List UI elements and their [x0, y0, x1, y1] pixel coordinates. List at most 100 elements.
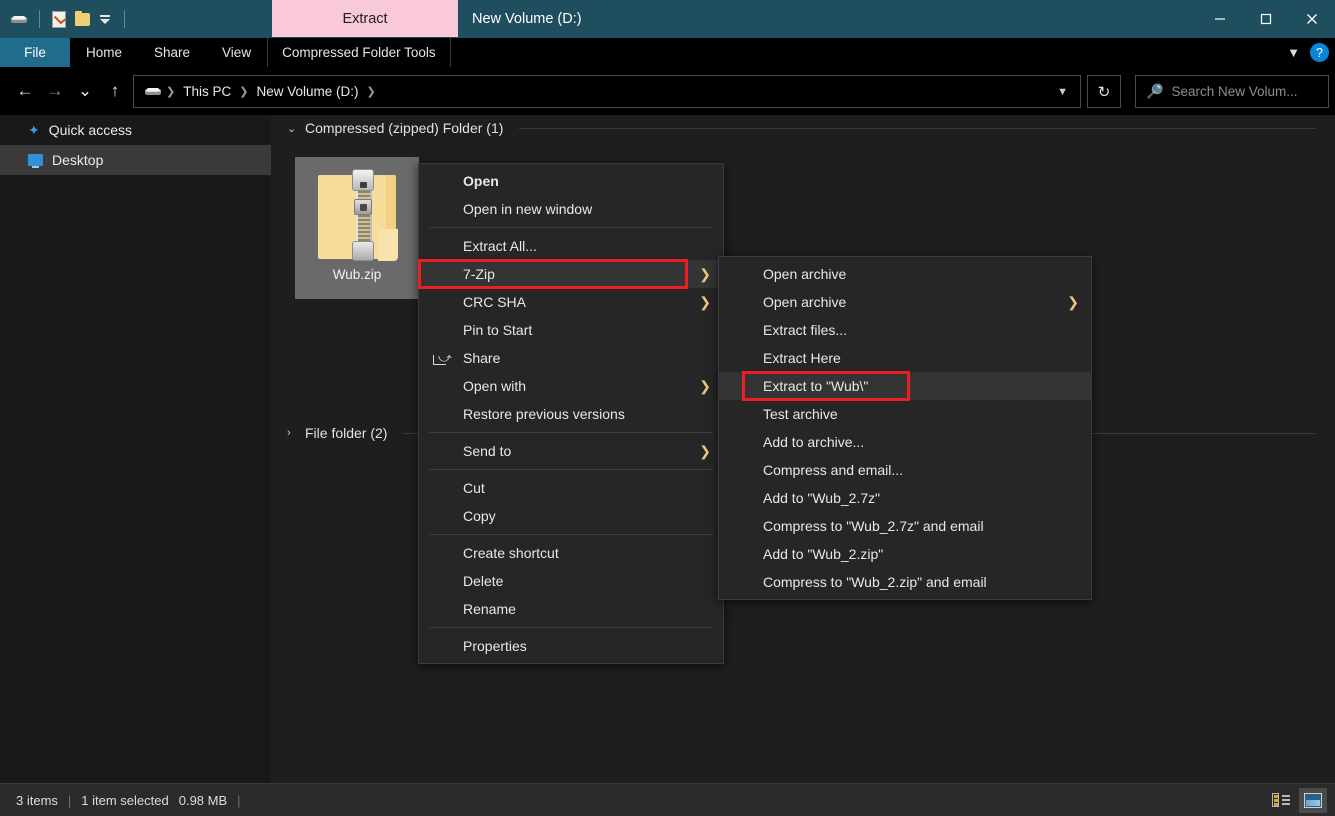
- drive-icon[interactable]: [10, 9, 30, 29]
- menu-item-7-zip[interactable]: 7-Zip ❯: [419, 260, 723, 288]
- menu-item-label: Open in new window: [463, 201, 593, 217]
- properties-icon[interactable]: [49, 9, 69, 29]
- maximize-button[interactable]: [1243, 0, 1289, 38]
- new-folder-icon[interactable]: [72, 9, 92, 29]
- close-button[interactable]: [1289, 0, 1335, 38]
- breadcrumb-new-volume[interactable]: New Volume (D:): [250, 78, 364, 105]
- menu-item-restore-previous-versions[interactable]: Restore previous versions: [419, 400, 723, 428]
- menu-item-label: Compress and email...: [763, 462, 904, 478]
- menu-item-share[interactable]: ⤻ Share: [419, 344, 723, 372]
- chevron-down-icon[interactable]: ▼: [1287, 46, 1300, 59]
- menu-item-create-shortcut[interactable]: Create shortcut: [419, 539, 723, 567]
- up-arrow-icon: ↑: [110, 81, 120, 100]
- sidebar-item-label: Quick access: [48, 122, 132, 138]
- tab-compressed-folder-tools[interactable]: Compressed Folder Tools: [267, 38, 451, 67]
- group-header-label: Compressed (zipped) Folder (1): [305, 120, 504, 136]
- submenu-item-extract-files[interactable]: Extract files...: [719, 316, 1091, 344]
- menu-item-label: Extract All...: [463, 238, 537, 254]
- menu-item-rename[interactable]: Rename: [419, 595, 723, 623]
- menu-item-cut[interactable]: Cut: [419, 474, 723, 502]
- minimize-button[interactable]: [1197, 0, 1243, 38]
- menu-item-label: Test archive: [763, 406, 838, 422]
- navigation-pane: ✦ Quick access Desktop: [0, 115, 271, 783]
- submenu-item-extract-to-wub[interactable]: Extract to "Wub\": [719, 372, 1091, 400]
- ribbon-right-controls: ▼ ?: [1287, 38, 1329, 67]
- chevron-right-icon: ❯: [699, 443, 711, 459]
- tab-file-label: File: [24, 45, 46, 60]
- status-selection: 1 item selected: [81, 792, 169, 808]
- tab-share[interactable]: Share: [138, 38, 206, 67]
- menu-item-copy[interactable]: Copy: [419, 502, 723, 530]
- context-menu[interactable]: Open Open in new window Extract All... 7…: [418, 163, 724, 664]
- file-tile-wub-zip[interactable]: Wub.zip: [295, 157, 419, 299]
- menu-item-open-in-new-window[interactable]: Open in new window: [419, 195, 723, 223]
- sidebar-item-desktop[interactable]: Desktop: [0, 145, 271, 175]
- menu-item-label: Rename: [463, 601, 516, 617]
- toolbar-divider-2: [124, 10, 125, 28]
- up-button[interactable]: ↑: [100, 74, 130, 108]
- submenu-item-compress-to-zip-and-email[interactable]: Compress to "Wub_2.zip" and email: [719, 568, 1091, 596]
- submenu-item-open-archive[interactable]: Open archive: [719, 260, 1091, 288]
- details-view-icon: [1272, 793, 1290, 807]
- submenu-item-compress-to-7z-and-email[interactable]: Compress to "Wub_2.7z" and email: [719, 512, 1091, 540]
- customize-dropdown-icon[interactable]: [95, 9, 115, 29]
- breadcrumb-separator: ❯: [239, 86, 249, 98]
- forward-button[interactable]: →: [40, 74, 70, 108]
- menu-item-delete[interactable]: Delete: [419, 567, 723, 595]
- zip-folder-icon: [316, 169, 398, 261]
- submenu-item-open-archive-with[interactable]: Open archive ❯: [719, 288, 1091, 316]
- share-icon: ⤻: [433, 351, 452, 365]
- refresh-button[interactable]: ↻: [1087, 75, 1121, 108]
- address-dropdown-icon[interactable]: ▼: [1057, 86, 1076, 98]
- status-divider: |: [67, 792, 72, 808]
- window-title: New Volume (D:): [472, 11, 582, 27]
- submenu-item-compress-and-email[interactable]: Compress and email...: [719, 456, 1091, 484]
- group-header-label: File folder (2): [305, 425, 388, 441]
- group-header-compressed[interactable]: ⌄ Compressed (zipped) Folder (1): [271, 115, 1335, 141]
- tab-file[interactable]: File: [0, 38, 70, 67]
- submenu-item-add-to-7z[interactable]: Add to "Wub_2.7z": [719, 484, 1091, 512]
- menu-item-label: Add to archive...: [763, 434, 865, 450]
- contextual-tab-label: Extract: [342, 10, 388, 27]
- menu-item-open[interactable]: Open: [419, 167, 723, 195]
- menu-separator: [429, 227, 713, 228]
- menu-item-label: Extract files...: [763, 322, 848, 338]
- menu-item-pin-to-start[interactable]: Pin to Start: [419, 316, 723, 344]
- chevron-right-icon[interactable]: ›: [287, 427, 297, 439]
- tab-home-label: Home: [86, 45, 123, 60]
- tab-view[interactable]: View: [206, 38, 267, 67]
- sidebar-item-quick-access[interactable]: ✦ Quick access: [0, 115, 271, 145]
- file-explorer-window: Extract New Volume (D:) File Home Share …: [0, 0, 1335, 816]
- drive-icon-breadcrumb: [144, 82, 164, 102]
- quick-access-toolbar: [0, 0, 131, 38]
- menu-item-open-with[interactable]: Open with ❯: [419, 372, 723, 400]
- large-icons-view-button[interactable]: [1299, 787, 1327, 813]
- tab-view-label: View: [222, 45, 252, 60]
- recent-locations-button[interactable]: ⌄: [70, 74, 100, 108]
- tab-home[interactable]: Home: [70, 38, 138, 67]
- chevron-down-icon[interactable]: ⌄: [287, 122, 297, 135]
- submenu-item-test-archive[interactable]: Test archive: [719, 400, 1091, 428]
- address-bar[interactable]: ❯ This PC ❯ New Volume (D:) ❯ ▼: [133, 75, 1081, 108]
- monitor-icon: [28, 154, 43, 168]
- menu-item-extract-all[interactable]: Extract All...: [419, 232, 723, 260]
- chevron-right-icon: ❯: [1067, 294, 1079, 310]
- submenu-item-extract-here[interactable]: Extract Here: [719, 344, 1091, 372]
- help-icon[interactable]: ?: [1310, 43, 1329, 62]
- submenu-7-zip[interactable]: Open archive Open archive ❯ Extract file…: [718, 256, 1092, 600]
- menu-item-crc-sha[interactable]: CRC SHA ❯: [419, 288, 723, 316]
- details-view-button[interactable]: [1267, 788, 1295, 813]
- submenu-item-add-to-archive[interactable]: Add to archive...: [719, 428, 1091, 456]
- menu-item-properties[interactable]: Properties: [419, 632, 723, 660]
- sidebar-item-label: Desktop: [52, 152, 104, 168]
- contextual-tab-extract[interactable]: Extract: [272, 0, 458, 37]
- breadcrumb-this-pc[interactable]: This PC: [177, 78, 237, 105]
- back-button[interactable]: ←: [10, 74, 40, 108]
- menu-separator: [429, 627, 713, 628]
- search-box[interactable]: 🔍 Search New Volum...: [1135, 75, 1329, 108]
- status-size: 0.98 MB: [178, 792, 228, 808]
- status-item-count: 3 items: [16, 792, 58, 808]
- search-placeholder: Search New Volum...: [1171, 84, 1298, 99]
- submenu-item-add-to-zip[interactable]: Add to "Wub_2.zip": [719, 540, 1091, 568]
- menu-item-send-to[interactable]: Send to ❯: [419, 437, 723, 465]
